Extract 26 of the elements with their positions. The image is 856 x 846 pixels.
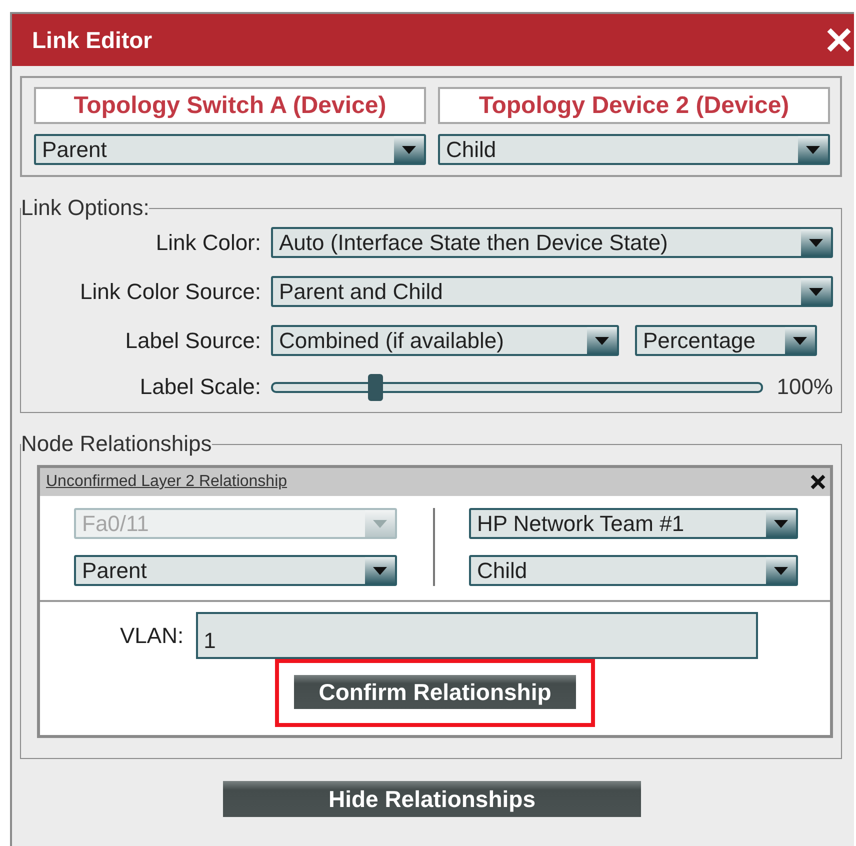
vlan-input[interactable]: 1: [196, 612, 758, 659]
field-label: VLAN:: [120, 622, 184, 648]
field-label: Label Scale:: [138, 374, 261, 400]
device-name: Topology Switch A (Device): [34, 87, 426, 124]
dropdown[interactable]: Percentage: [635, 325, 817, 356]
dropdown[interactable]: HP Network Team #1: [469, 508, 798, 539]
group-legend: Node Relationships: [21, 431, 212, 457]
device-name: Topology Device 2 (Device): [438, 87, 830, 124]
relationship-link[interactable]: Unconfirmed Layer 2 Relationship: [46, 473, 288, 491]
group-legend: Link Options:: [21, 195, 150, 221]
slider-thumb[interactable]: [368, 374, 384, 400]
dropdown[interactable]: Auto (Interface State then Device State): [271, 227, 833, 258]
window-title: Link Editor: [32, 26, 152, 54]
confirm-button[interactable]: Confirm Relationship: [294, 675, 576, 709]
dropdown[interactable]: Parent and Child: [271, 276, 833, 307]
close-icon[interactable]: [810, 474, 826, 490]
dropdown[interactable]: Parent: [74, 555, 397, 586]
dropdown[interactable]: Child: [469, 555, 798, 586]
role-dropdown[interactable]: Parent: [34, 134, 426, 165]
field-label: Link Color:: [154, 230, 261, 256]
hide-relationships-button[interactable]: Hide Relationships: [223, 781, 641, 817]
scale-value: 100%: [776, 374, 833, 400]
field-label: Link Color Source:: [79, 278, 261, 304]
role-dropdown[interactable]: Child: [438, 134, 830, 165]
field-label: Label Source:: [124, 328, 261, 354]
dropdown[interactable]: Combined (if available): [271, 325, 619, 356]
